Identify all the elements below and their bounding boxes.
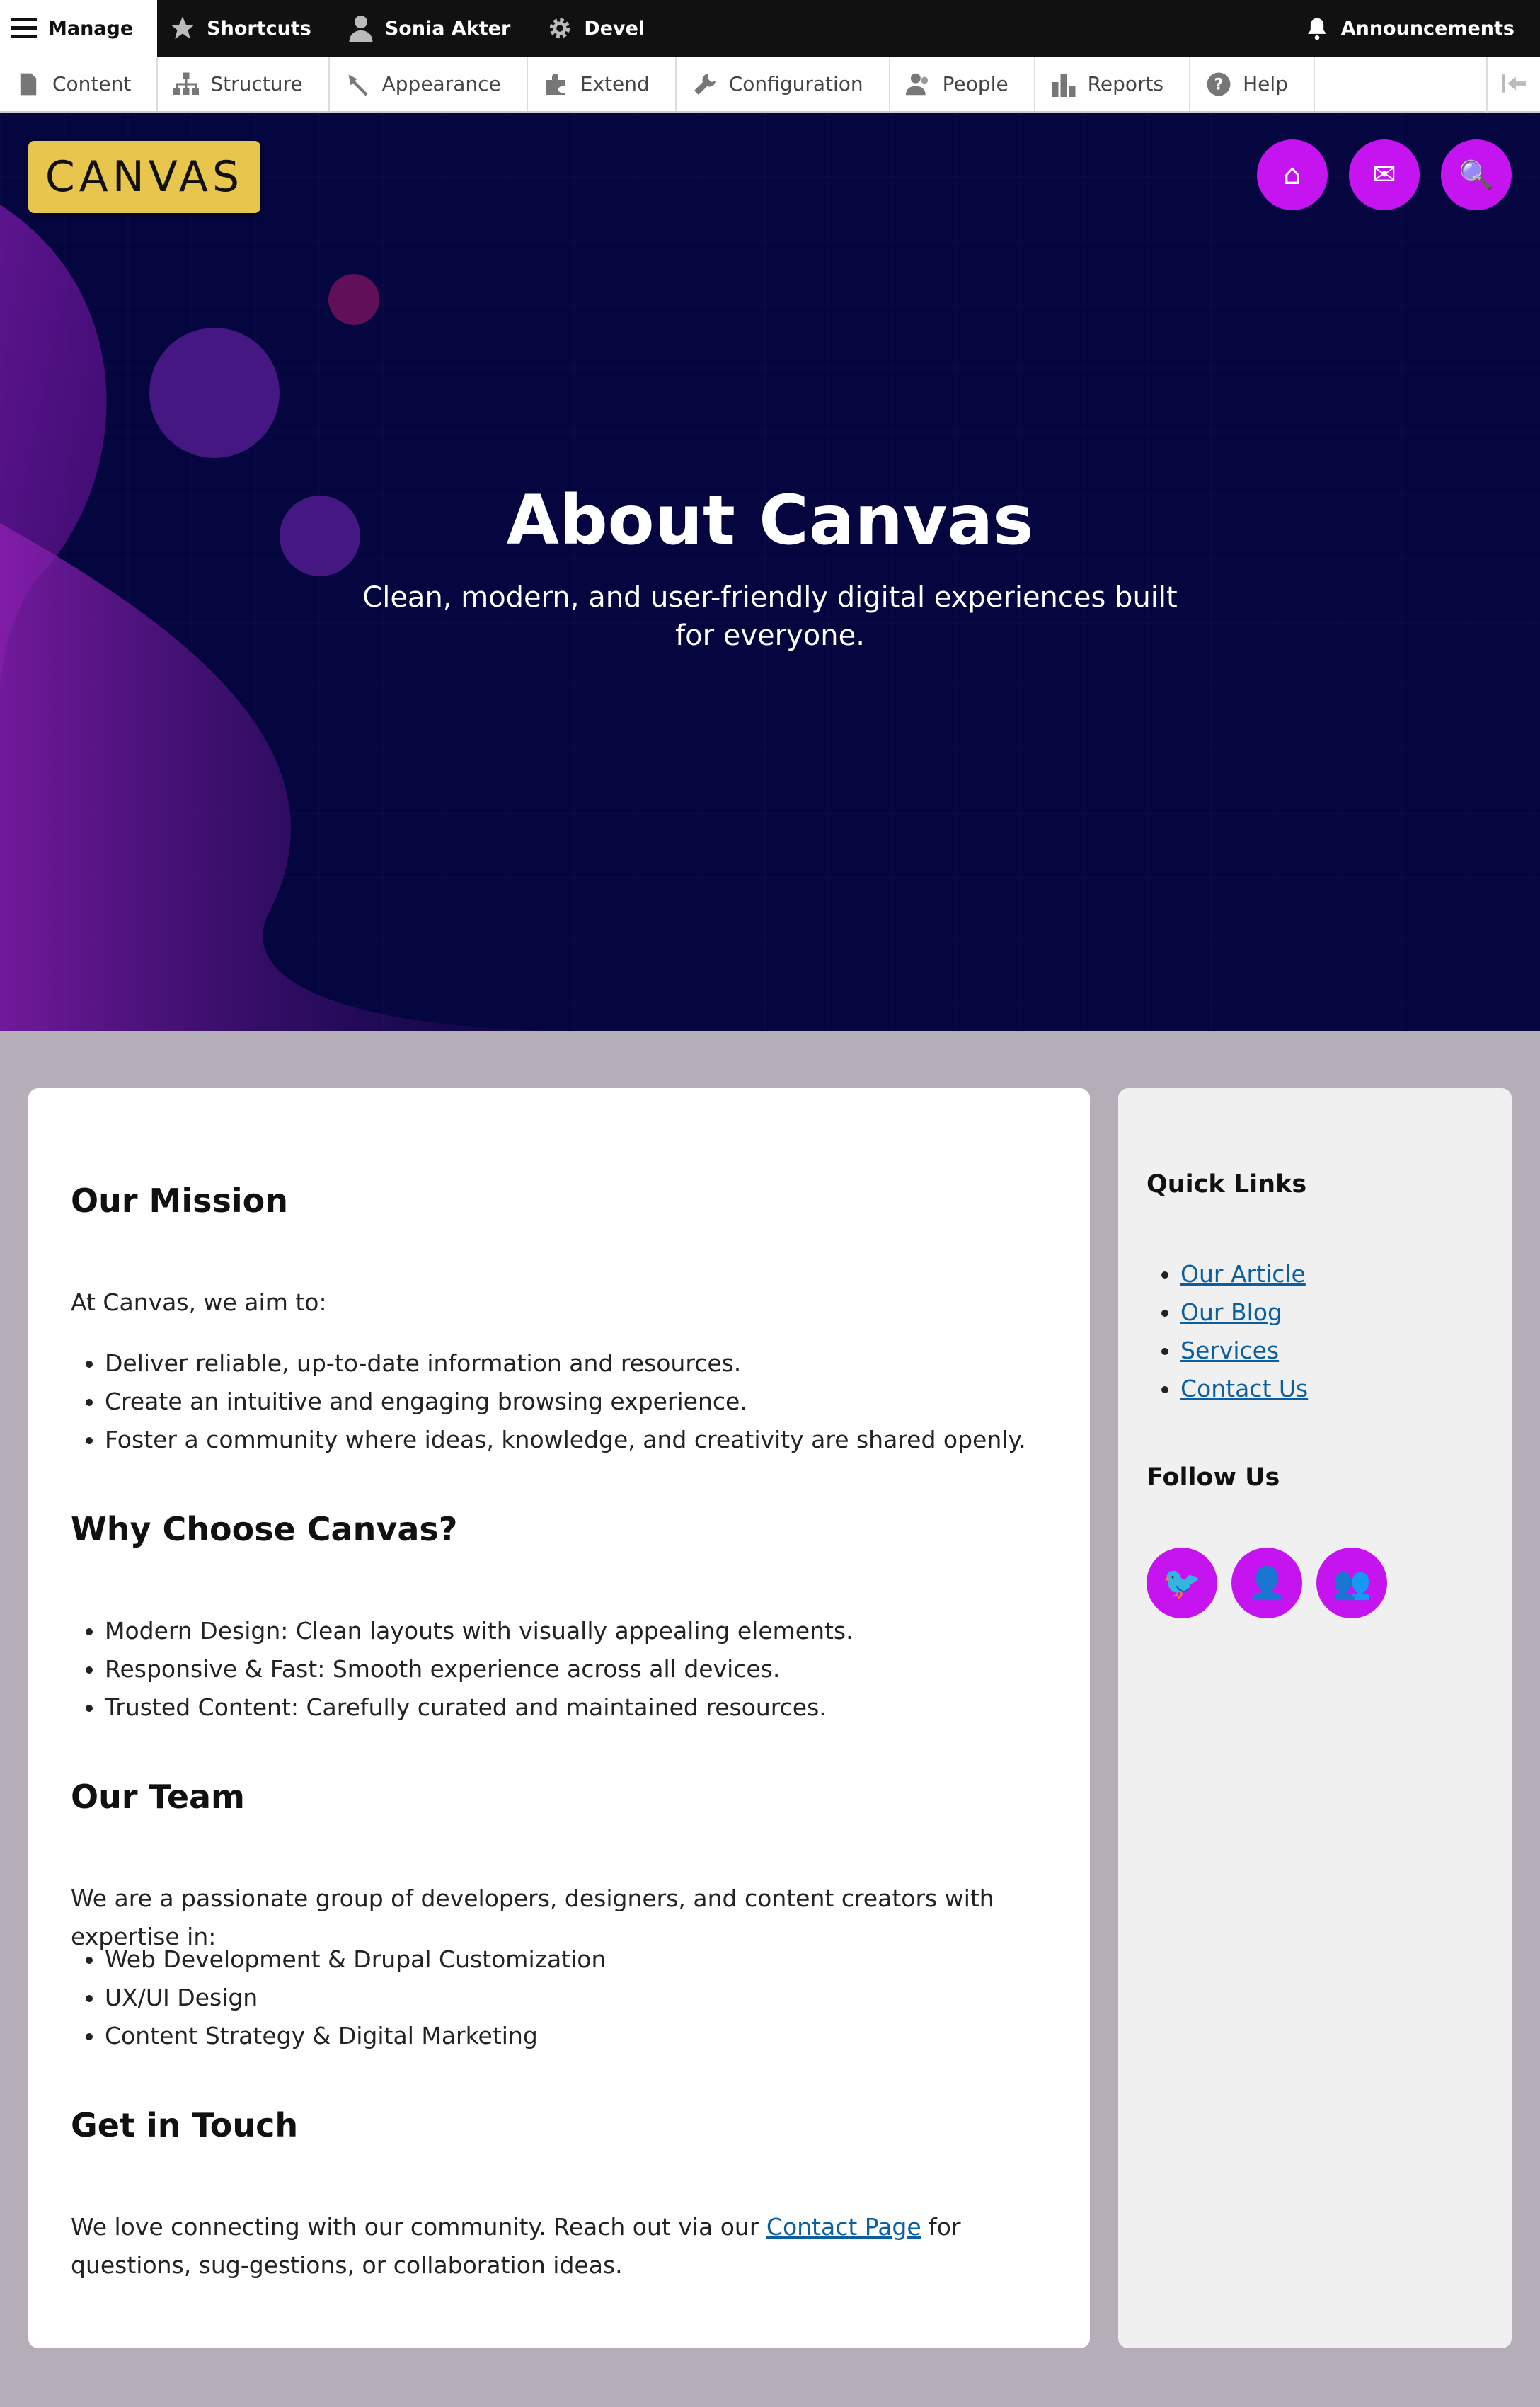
quick-link-our-blog[interactable]: Our Blog — [1180, 1298, 1282, 1326]
user-icon: 👤 — [1247, 1565, 1287, 1601]
help-icon: ? — [1206, 72, 1231, 97]
social-profile-button[interactable]: 👤 — [1231, 1548, 1302, 1618]
star-icon — [168, 14, 197, 42]
quick-link-contact-us[interactable]: Contact Us — [1180, 1375, 1308, 1402]
hamburger-icon — [10, 14, 38, 42]
svg-text:?: ? — [1214, 75, 1224, 93]
list-item: Trusted Content: Carefully curated and m… — [105, 1688, 1047, 1727]
admin-tray: Content Structure Appearance Extend Conf… — [0, 57, 1540, 113]
list-item: Foster a community where ideas, knowledg… — [105, 1421, 1047, 1459]
social-group-button[interactable]: 👥 — [1316, 1548, 1387, 1618]
admin-toolbar: Manage Shortcuts Sonia Akter Devel Annou… — [0, 0, 1540, 57]
list-item: Responsive & Fast: Smooth experience acr… — [105, 1650, 1047, 1688]
tray-item-people[interactable]: People — [890, 57, 1035, 111]
tray-item-structure[interactable]: Structure — [158, 57, 330, 111]
quick-link-our-article[interactable]: Our Article — [1180, 1260, 1306, 1288]
tray-item-label: Content — [52, 72, 132, 96]
search-button[interactable]: 🔍 — [1441, 139, 1512, 210]
page-title: About Canvas — [506, 481, 1034, 560]
why-list: Modern Design: Clean layouts with visual… — [71, 1612, 1047, 1727]
quick-link-item: Contact Us — [1180, 1370, 1308, 1408]
site-logo[interactable]: CANVAS — [28, 141, 260, 213]
quick-link-item: Services — [1180, 1332, 1308, 1370]
hero-banner: CANVAS ⌂ ✉ 🔍 About Canvas Clean, modern,… — [0, 113, 1540, 1031]
toolbar-user-label: Sonia Akter — [384, 17, 511, 40]
quick-link-item: Our Article — [1180, 1255, 1308, 1293]
tray-item-appearance[interactable]: Appearance — [330, 57, 528, 111]
toolbar-user[interactable]: Sonia Akter — [335, 0, 534, 57]
contact-page-link[interactable]: Contact Page — [766, 2213, 921, 2241]
why-heading: Why Choose Canvas? — [71, 1510, 458, 1548]
sitemap-icon — [173, 72, 200, 97]
touch-text: We love connecting with our community. R… — [71, 2208, 1047, 2285]
mission-list: Deliver reliable, up-to-date information… — [71, 1344, 1047, 1459]
page-icon — [16, 72, 41, 97]
toolbar-shortcuts[interactable]: Shortcuts — [157, 0, 335, 57]
paintbrush-icon — [345, 72, 371, 97]
bar-chart-icon — [1051, 72, 1076, 97]
bird-icon: 🐦 — [1162, 1565, 1202, 1601]
page-subtitle: Clean, modern, and user-friendly digital… — [362, 581, 1178, 652]
tray-item-help[interactable]: ? Help — [1190, 57, 1315, 111]
tray-item-reports[interactable]: Reports — [1035, 57, 1191, 111]
collapse-left-icon — [1502, 74, 1526, 96]
list-item: Modern Design: Clean layouts with visual… — [105, 1612, 1047, 1650]
tray-item-label: Extend — [580, 72, 650, 96]
group-icon: 👥 — [1332, 1565, 1372, 1601]
gear-icon — [546, 14, 574, 42]
mail-button[interactable]: ✉ — [1349, 139, 1420, 210]
mail-icon: ✉ — [1372, 159, 1396, 191]
team-list: Web Development & Drupal Customization U… — [71, 1940, 1047, 2055]
quick-link-services[interactable]: Services — [1180, 1337, 1279, 1364]
tray-item-configuration[interactable]: Configuration — [677, 57, 890, 111]
people-icon — [905, 72, 931, 97]
toolbar-devel-label: Devel — [584, 17, 645, 40]
toolbar-devel[interactable]: Devel — [534, 0, 669, 57]
main-content: Our Mission At Canvas, we aim to: Delive… — [28, 1088, 1090, 2348]
quick-link-item: Our Blog — [1180, 1293, 1308, 1332]
tray-item-extend[interactable]: Extend — [528, 57, 677, 111]
tray-item-label: Configuration — [728, 72, 863, 96]
tray-item-content[interactable]: Content — [0, 57, 159, 111]
touch-heading: Get in Touch — [71, 2106, 299, 2144]
tray-item-label: Structure — [210, 72, 303, 96]
hero-decoration — [0, 205, 580, 1031]
touch-text-before: We love connecting with our community. R… — [71, 2213, 766, 2241]
tray-collapse-button[interactable] — [1486, 57, 1540, 113]
mission-heading: Our Mission — [71, 1182, 288, 1220]
list-item: UX/UI Design — [105, 1979, 1047, 2017]
puzzle-icon — [544, 72, 569, 97]
list-item: Web Development & Drupal Customization — [105, 1940, 1047, 1979]
tray-item-label: Help — [1243, 72, 1288, 96]
search-icon: 🔍 — [1459, 159, 1494, 192]
toolbar-manage[interactable]: Manage — [0, 0, 158, 57]
home-icon: ⌂ — [1283, 159, 1301, 191]
toolbar-announcements[interactable]: Announcements — [1292, 0, 1540, 57]
team-heading: Our Team — [71, 1778, 245, 1816]
wrench-icon — [692, 72, 718, 97]
tray-item-label: People — [942, 72, 1009, 96]
follow-us-heading: Follow Us — [1147, 1463, 1280, 1492]
home-button[interactable]: ⌂ — [1257, 139, 1328, 210]
quick-links-list: Our Article Our Blog Services Contact Us — [1147, 1255, 1308, 1408]
user-icon — [347, 14, 375, 42]
tray-item-label: Reports — [1087, 72, 1164, 96]
toolbar-manage-label: Manage — [48, 17, 134, 40]
quick-links-heading: Quick Links — [1147, 1170, 1307, 1199]
mission-intro: At Canvas, we aim to: — [71, 1288, 327, 1316]
list-item: Content Strategy & Digital Marketing — [105, 2017, 1047, 2055]
sidebar: Quick Links Our Article Our Blog Service… — [1118, 1088, 1512, 2348]
bell-icon — [1303, 14, 1331, 42]
list-item: Deliver reliable, up-to-date information… — [105, 1344, 1047, 1383]
toolbar-shortcuts-label: Shortcuts — [207, 17, 311, 40]
toolbar-announcements-label: Announcements — [1340, 17, 1515, 40]
list-item: Create an intuitive and engaging browsin… — [105, 1383, 1047, 1421]
social-twitter-button[interactable]: 🐦 — [1147, 1548, 1217, 1618]
tray-item-label: Appearance — [381, 72, 501, 96]
